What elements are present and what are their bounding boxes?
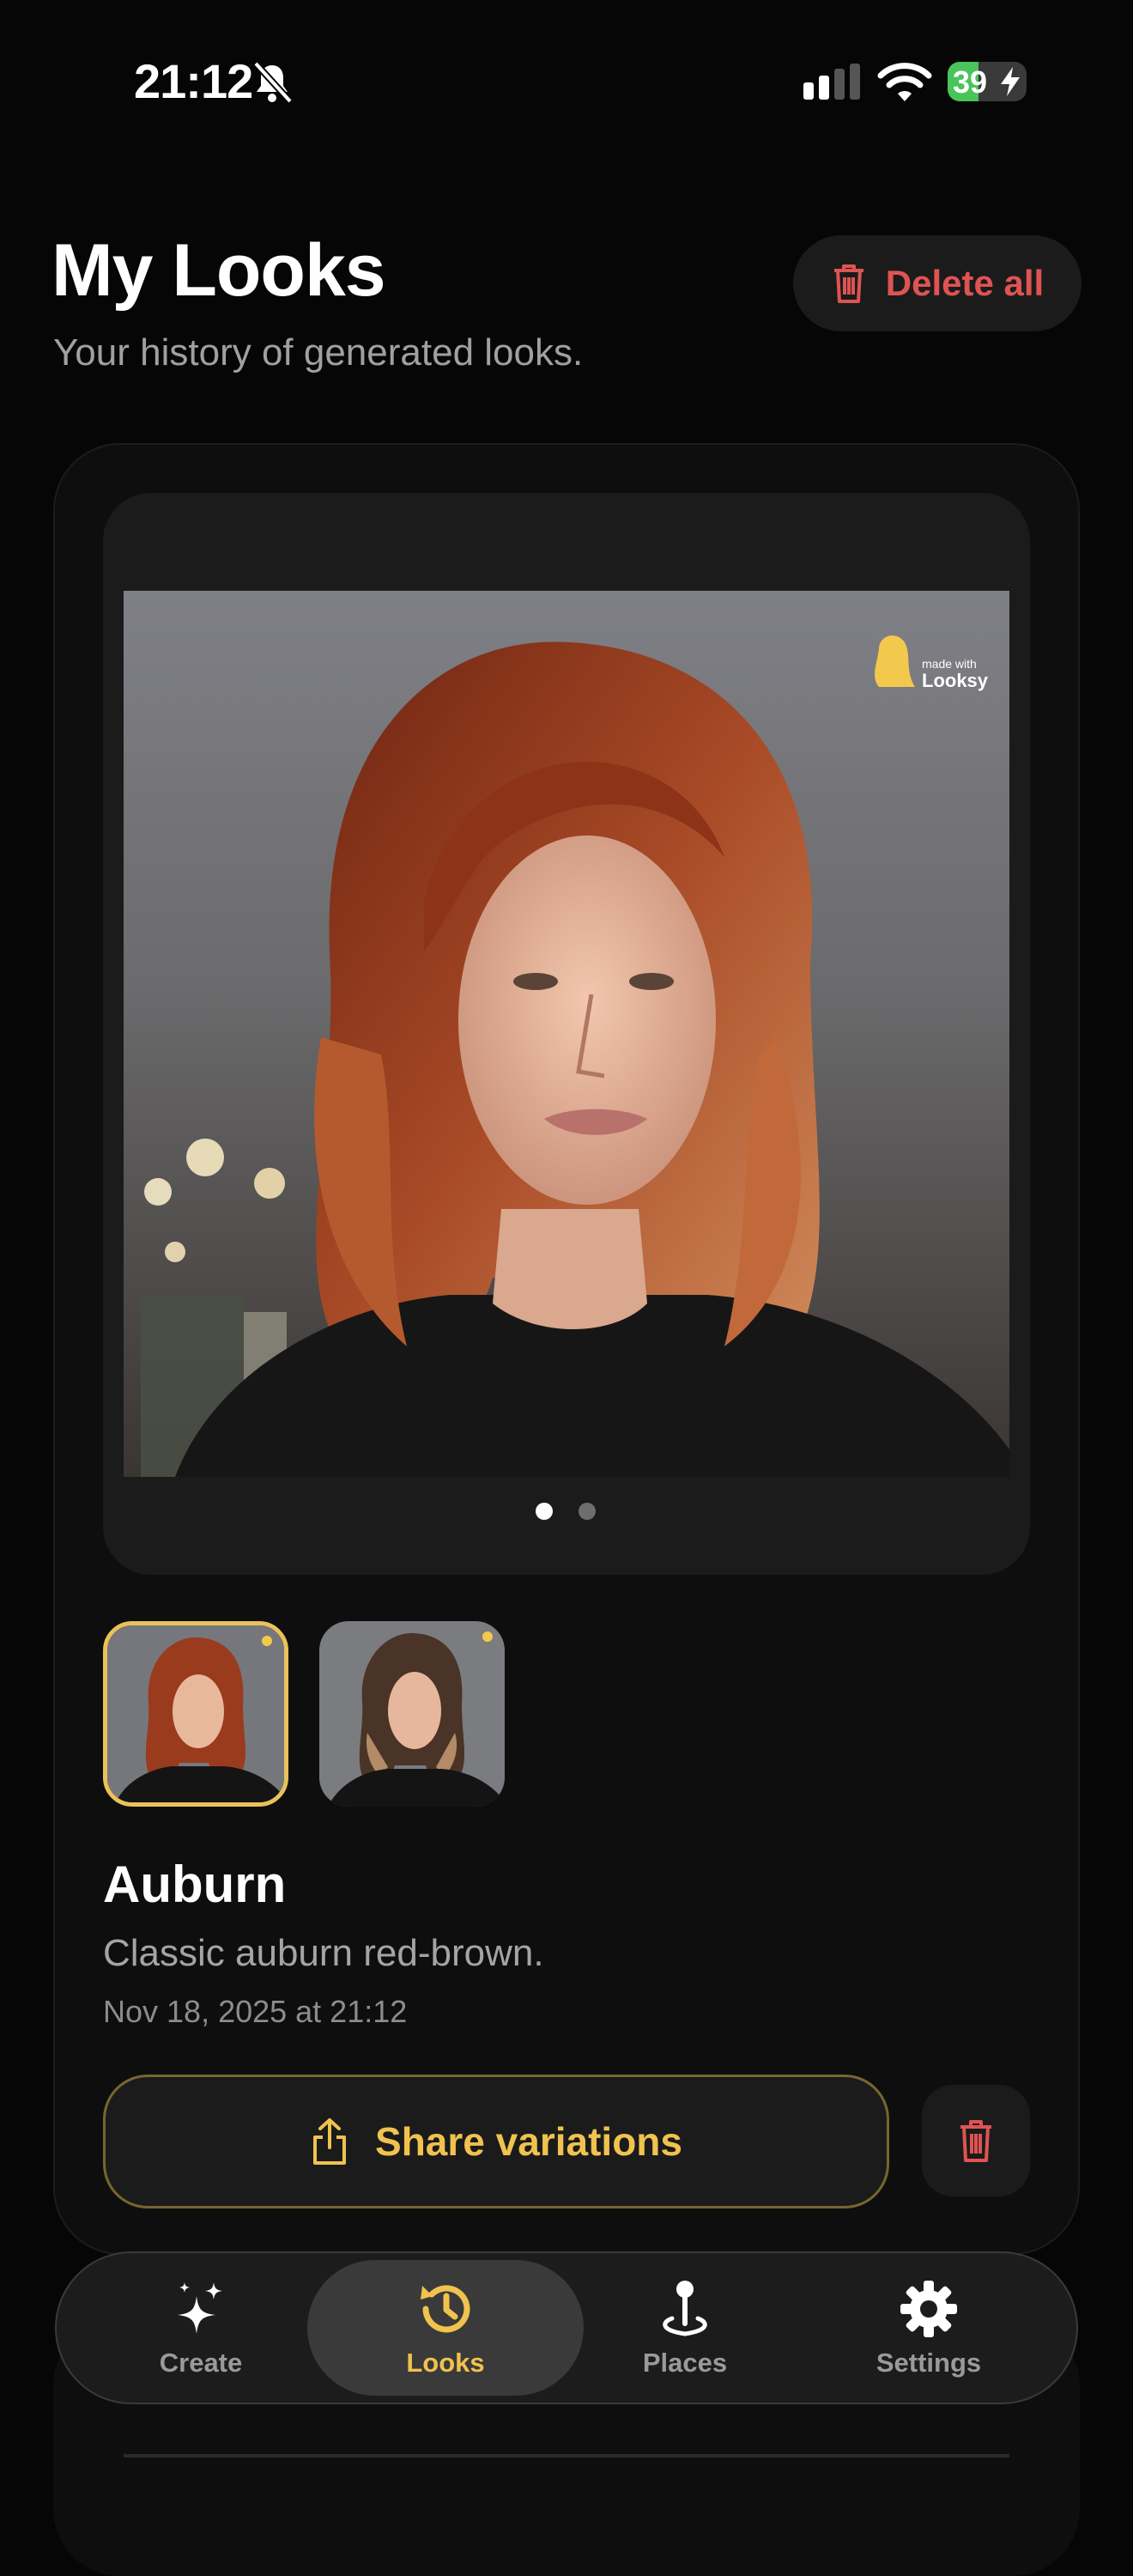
share-variations-button[interactable]: Share variations [103, 2075, 889, 2208]
battery-value: 39 [953, 64, 988, 100]
portrait-illustration: made with Looksy [124, 591, 1009, 1477]
delete-all-label: Delete all [885, 263, 1045, 303]
tab-looks[interactable]: Looks [307, 2260, 584, 2396]
svg-text:made with: made with [922, 657, 977, 671]
trash-icon [833, 264, 863, 303]
carousel-dot[interactable] [579, 1503, 596, 1520]
gear-icon [900, 2281, 957, 2337]
bell-off-icon [253, 61, 293, 104]
trash-icon [960, 2120, 991, 2162]
tab-looks-label: Looks [406, 2348, 485, 2378]
share-icon [313, 2118, 347, 2165]
carousel-dot-active[interactable] [536, 1503, 553, 1520]
map-pin-icon [663, 2281, 707, 2336]
page-title: My Looks [52, 229, 386, 312]
history-icon [421, 2285, 470, 2333]
svg-text:Looksy: Looksy [922, 670, 989, 691]
status-time: 21:12 [134, 54, 253, 108]
wifi-icon [877, 63, 932, 101]
thumbnail-image [107, 1625, 284, 1802]
battery-indicator: 39 [948, 62, 1027, 101]
tab-create[interactable]: Create [124, 2260, 278, 2396]
generated-look-image[interactable]: made with Looksy [124, 591, 1009, 1477]
share-variations-label: Share variations [375, 2119, 682, 2164]
signal-icon [803, 64, 860, 100]
variation-thumbnail[interactable] [319, 1621, 505, 1807]
look-name: Auburn [103, 1856, 287, 1913]
tab-places-label: Places [642, 2348, 728, 2378]
thumbnail-image [319, 1621, 505, 1807]
tab-places[interactable]: Places [608, 2260, 762, 2396]
battery-charging-icon [1001, 67, 1020, 96]
tab-create-label: Create [159, 2348, 243, 2378]
page-subtitle: Your history of generated looks. [53, 331, 584, 374]
look-date: Nov 18, 2025 at 21:12 [103, 1994, 408, 2029]
next-look-image-edge [124, 2454, 1009, 2458]
tab-settings[interactable]: Settings [851, 2260, 1006, 2396]
variation-thumbnail-selected[interactable] [103, 1621, 288, 1807]
tab-settings-label: Settings [876, 2348, 982, 2378]
delete-look-button[interactable] [922, 2085, 1030, 2196]
sparkles-icon [178, 2282, 222, 2334]
look-description: Classic auburn red-brown. [103, 1932, 544, 1974]
delete-all-button[interactable]: Delete all [793, 235, 1082, 331]
